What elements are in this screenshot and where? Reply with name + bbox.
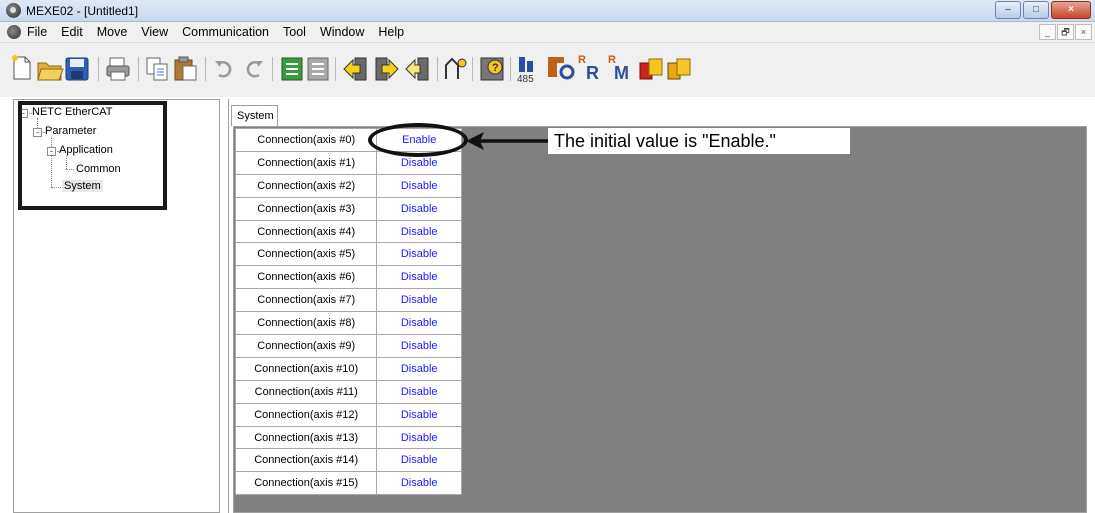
connection-axis-label: Connection(axis #0) [234, 128, 378, 152]
connection-axis-label: Connection(axis #6) [234, 265, 378, 290]
system-parameter-table: Connection(axis #0) Enable Connection(axis… [234, 128, 462, 496]
connection-axis-value[interactable]: Disable [376, 288, 462, 313]
svg-text:R: R [586, 63, 599, 83]
rs485-icon[interactable]: 485 [517, 57, 534, 85]
connection-axis-label: Connection(axis #1) [234, 150, 378, 175]
connection-axis-value[interactable]: Disable [376, 402, 462, 427]
tree-highlight-box [18, 101, 167, 210]
connection-axis-label: Connection(axis #9) [234, 334, 378, 358]
menu-move[interactable]: Move [97, 25, 128, 39]
maximize-button[interactable]: □ [1023, 1, 1049, 19]
tab-system[interactable]: System [231, 105, 278, 126]
alarm-monitor-icon[interactable] [639, 58, 663, 80]
connection-axis-value[interactable]: Disable [376, 219, 462, 244]
menu-edit[interactable]: Edit [61, 25, 83, 39]
connection-axis-label: Connection(axis #15) [234, 471, 378, 496]
svg-text:?: ? [492, 62, 499, 74]
window-title: MEXE02 - [Untitled1] [26, 4, 139, 18]
table-row: Connection(axis #10) Disable [234, 356, 462, 381]
table-row: Connection(axis #15) Disable [234, 471, 462, 496]
connection-axis-value[interactable]: Disable [376, 356, 462, 381]
read-from-device-icon[interactable] [343, 57, 367, 81]
menu-tool[interactable]: Tool [283, 25, 306, 39]
undo-icon[interactable] [215, 61, 232, 78]
title-bar: MEXE02 - [Untitled1] – □ × [0, 0, 1095, 22]
table-row: Connection(axis #6) Disable [234, 265, 462, 290]
doc-minimize-button[interactable]: _ [1039, 24, 1056, 40]
copy-icon[interactable] [146, 57, 168, 81]
print-icon[interactable] [106, 57, 130, 81]
table-row: Connection(axis #3) Disable [234, 196, 462, 221]
connection-axis-value[interactable]: Disable [376, 334, 462, 358]
window-controls: – □ × [995, 1, 1091, 19]
connection-axis-label: Connection(axis #14) [234, 448, 378, 473]
document-menu-icon[interactable] [7, 25, 21, 39]
table-row: Connection(axis #9) Disable [234, 334, 462, 358]
svg-text:M: M [614, 63, 629, 83]
document-window-controls: _ 🗗 × [1039, 24, 1092, 40]
open-folder-icon[interactable] [37, 62, 64, 81]
svg-text:485: 485 [517, 74, 534, 85]
data-reset-icon[interactable] [307, 57, 329, 81]
table-row: Connection(axis #11) Disable [234, 379, 462, 404]
menu-file[interactable]: File [27, 25, 47, 39]
connection-axis-value[interactable]: Disable [376, 196, 462, 221]
connection-axis-value[interactable]: Disable [376, 448, 462, 473]
data-compare-icon[interactable] [281, 57, 303, 81]
menu-bar: File Edit Move View Communication Tool W… [0, 22, 1095, 43]
menu-communication[interactable]: Communication [182, 25, 269, 39]
table-row: Connection(axis #8) Disable [234, 311, 462, 336]
doc-restore-button[interactable]: 🗗 [1057, 24, 1074, 40]
connection-axis-label: Connection(axis #13) [234, 425, 378, 450]
m-monitor-icon[interactable]: R M [608, 54, 629, 83]
paste-icon[interactable] [174, 56, 197, 81]
menu-help[interactable]: Help [378, 25, 404, 39]
connection-axis-label: Connection(axis #12) [234, 402, 378, 427]
menu-window[interactable]: Window [320, 25, 364, 39]
connection-axis-value[interactable]: Disable [376, 471, 462, 496]
callout-ellipse [368, 123, 468, 157]
save-icon[interactable] [65, 57, 89, 81]
doc-close-button[interactable]: × [1075, 24, 1092, 40]
connection-axis-label: Connection(axis #7) [234, 288, 378, 313]
new-file-icon[interactable] [12, 55, 31, 80]
table-row: Connection(axis #12) Disable [234, 402, 462, 427]
connection-axis-value[interactable]: Disable [376, 173, 462, 198]
table-row: Connection(axis #5) Disable [234, 242, 462, 267]
table-row: Connection(axis #13) Disable [234, 425, 462, 450]
connection-axis-label: Connection(axis #3) [234, 196, 378, 221]
redo-icon[interactable] [246, 61, 263, 78]
unit-info-icon[interactable]: ? [480, 57, 504, 81]
callout-text: The initial value is "Enable." [548, 128, 850, 154]
connection-axis-label: Connection(axis #10) [234, 356, 378, 381]
connection-axis-label: Connection(axis #5) [234, 242, 378, 267]
status-monitor-icon[interactable] [667, 58, 691, 80]
io-monitor-icon[interactable] [548, 57, 575, 80]
toolbar: ? 485 R R R M [0, 43, 1095, 97]
connection-axis-value[interactable]: Disable [376, 242, 462, 267]
connection-axis-label: Connection(axis #11) [234, 379, 378, 404]
verify-icon[interactable] [405, 57, 429, 81]
table-row: Connection(axis #14) Disable [234, 448, 462, 473]
app-icon[interactable] [6, 3, 21, 18]
svg-text:R: R [578, 54, 586, 66]
r-io-monitor-icon[interactable]: R R [578, 54, 599, 83]
teaching-icon[interactable] [445, 57, 467, 79]
write-to-device-icon[interactable] [375, 57, 399, 81]
callout-arrow-icon [466, 132, 550, 150]
connection-axis-value[interactable]: Disable [376, 425, 462, 450]
menu-view[interactable]: View [141, 25, 168, 39]
connection-axis-label: Connection(axis #2) [234, 173, 378, 198]
table-row: Connection(axis #7) Disable [234, 288, 462, 313]
connection-axis-value[interactable]: Disable [376, 311, 462, 336]
close-button[interactable]: × [1051, 1, 1091, 19]
connection-axis-value[interactable]: Disable [376, 265, 462, 290]
table-row: Connection(axis #4) Disable [234, 219, 462, 244]
minimize-button[interactable]: – [995, 1, 1021, 19]
connection-axis-label: Connection(axis #8) [234, 311, 378, 336]
connection-axis-value[interactable]: Disable [376, 379, 462, 404]
table-row: Connection(axis #2) Disable [234, 173, 462, 198]
connection-axis-label: Connection(axis #4) [234, 219, 378, 244]
